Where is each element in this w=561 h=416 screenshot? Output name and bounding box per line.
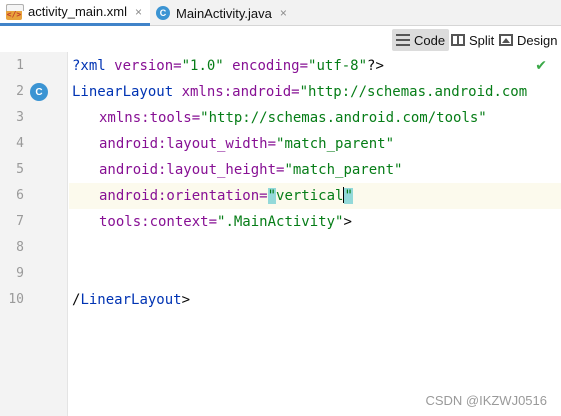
split-view-button[interactable]: Split (447, 29, 498, 51)
xml-file-icon: </> (6, 3, 24, 20)
code-view-label: Code (414, 32, 446, 48)
line-number: 4 (16, 136, 24, 151)
line-number: 5 (16, 162, 24, 177)
close-icon[interactable]: × (280, 6, 287, 20)
line-number: 9 (16, 266, 24, 281)
split-view-label: Split (469, 32, 495, 48)
line-number: 7 (16, 214, 24, 229)
code-line-7: tools:context=".MainActivity"> (99, 214, 352, 230)
code-line-6: android:orientation="vertical" (99, 187, 353, 204)
line-number: 8 (16, 240, 24, 255)
code-line-3: xmlns:tools="http://schemas.android.com/… (99, 110, 487, 126)
design-view-button[interactable]: Design (495, 29, 561, 51)
code-view-button[interactable]: Code (392, 29, 450, 51)
editor-tab-bar: </> activity_main.xml × C MainActivity.j… (0, 0, 561, 26)
tab-label: activity_main.xml (28, 4, 127, 19)
line-number: 1 (16, 58, 24, 73)
close-icon[interactable]: × (135, 5, 142, 19)
code-line-5: android:layout_height="match_parent" (99, 162, 403, 178)
tab-label: MainActivity.java (176, 5, 272, 21)
split-view-icon (451, 34, 465, 46)
design-view-icon (499, 34, 513, 46)
code-line-10: /LinearLayout> (72, 292, 191, 308)
matched-quote: " (344, 188, 353, 204)
no-problems-check-icon[interactable]: ✔ (535, 58, 547, 74)
code-line-1: ?xml version="1.0" encoding="utf-8"?> (72, 58, 384, 74)
tab-activity-main-xml[interactable]: </> activity_main.xml × (0, 0, 150, 26)
line-number: 3 (16, 110, 24, 125)
code-line-4: android:layout_width="match_parent" (99, 136, 395, 152)
code-line-2: LinearLayout xmlns:android="http://schem… (72, 84, 528, 100)
line-number: 6 (16, 188, 24, 203)
code-view-icon (396, 34, 410, 46)
related-class-gutter-icon[interactable]: C (30, 83, 48, 101)
line-number-gutter: 1 2 3 4 5 6 7 8 9 10 (0, 52, 68, 416)
tab-main-activity-java[interactable]: C MainActivity.java × (150, 0, 295, 26)
code-editor[interactable]: ?xml version="1.0" encoding="utf-8"?> Li… (69, 52, 561, 416)
line-number: 2 (16, 84, 24, 99)
matched-quote: " (267, 188, 277, 204)
java-class-icon: C (156, 6, 170, 20)
watermark: CSDN @IKZWJ0516 (425, 393, 547, 408)
design-view-label: Design (517, 32, 558, 48)
editor-view-toolbar: Code Split Design (0, 26, 561, 52)
line-number: 10 (8, 292, 24, 307)
